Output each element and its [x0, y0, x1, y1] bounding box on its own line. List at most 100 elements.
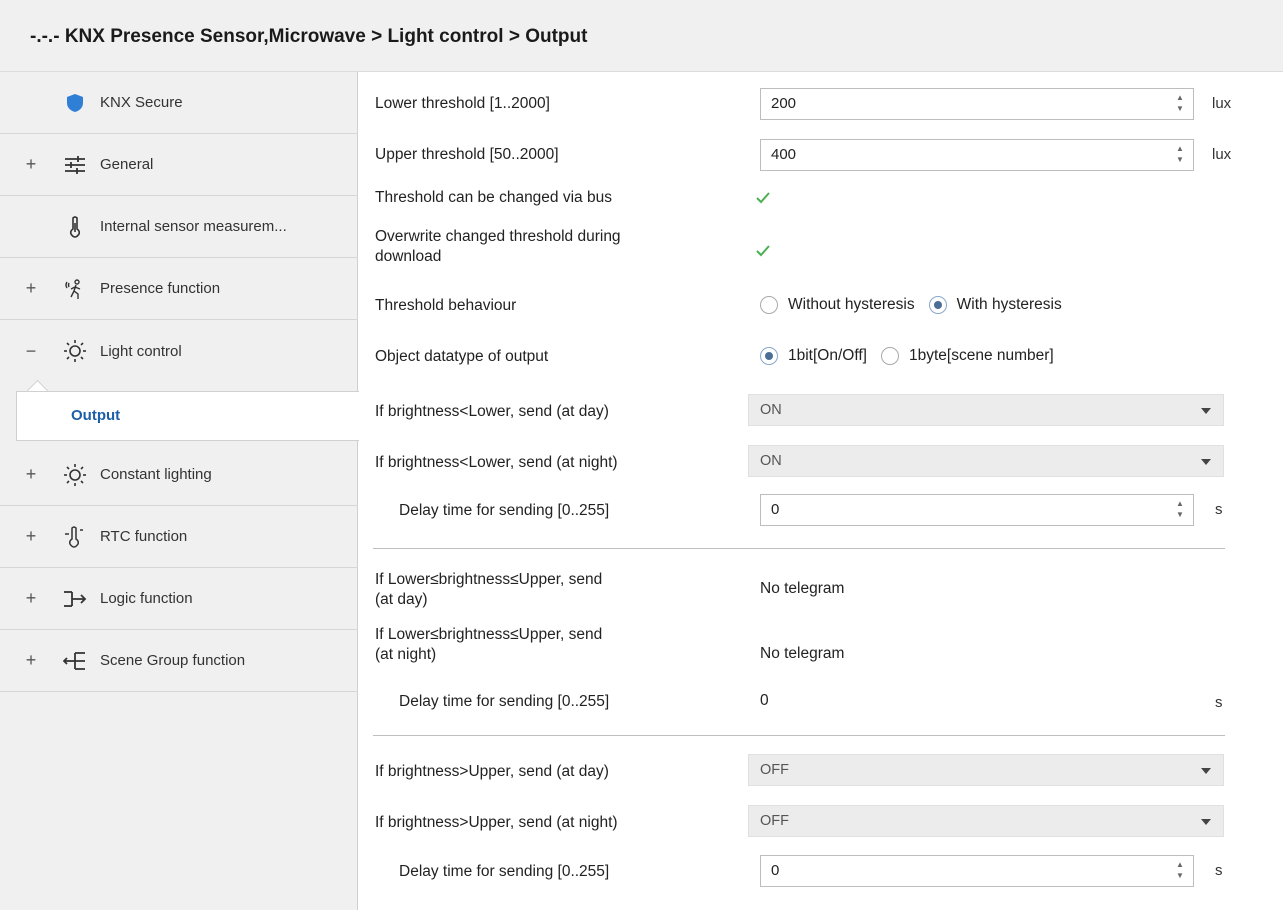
lower-threshold-input[interactable]: 200 ▲ ▼: [760, 88, 1194, 120]
mid-day-label-line1: If Lower≤brightness≤Upper, send: [375, 571, 603, 588]
sliders-icon: [62, 152, 88, 178]
behaviour-radio-group: Without hysteresis With hysteresis: [760, 296, 1076, 314]
expand-icon[interactable]: +: [24, 464, 38, 485]
sidebar-item-knx-secure[interactable]: KNX Secure: [0, 72, 358, 134]
sidebar-item-output[interactable]: Output: [16, 391, 359, 441]
chevron-down-icon: [1201, 819, 1211, 825]
spin-up-icon[interactable]: ▲: [1175, 143, 1185, 154]
upper-threshold-input[interactable]: 400 ▲ ▼: [760, 139, 1194, 171]
spin-down-icon[interactable]: ▼: [1175, 509, 1185, 520]
expand-icon[interactable]: +: [24, 526, 38, 547]
sidebar-item-constant-lighting[interactable]: + Constant lighting: [0, 444, 358, 506]
threshold-bus-label: Threshold can be changed via bus: [375, 189, 612, 206]
overwrite-checkbox[interactable]: [752, 240, 774, 262]
lower-night-select[interactable]: ON: [748, 445, 1224, 477]
mid-night-label-line2: (at night): [375, 646, 437, 663]
mid-day-value: No telegram: [760, 580, 845, 597]
radio-1bit[interactable]: [760, 347, 778, 365]
chevron-down-icon: [1201, 408, 1211, 414]
checkmark-icon: [756, 192, 770, 204]
spin-up-icon[interactable]: ▲: [1175, 859, 1185, 870]
select-value: OFF: [760, 762, 789, 778]
checkmark-icon: [756, 245, 770, 257]
sidebar-item-label: Output: [71, 407, 121, 424]
sidebar-item-logic[interactable]: + Logic function: [0, 568, 358, 630]
expand-icon[interactable]: +: [24, 650, 38, 671]
upper-threshold-value: 400: [771, 146, 797, 163]
sidebar-item-scene-group[interactable]: + Scene Group function: [0, 630, 358, 692]
section-divider: [373, 548, 1225, 549]
radio-1byte[interactable]: [880, 347, 899, 365]
overwrite-label-line2: download: [375, 248, 442, 265]
sidebar-item-label: General: [100, 156, 154, 173]
mid-day-label-line2: (at day): [375, 591, 428, 608]
lower-day-select[interactable]: ON: [748, 394, 1224, 426]
parameter-panel: Lower threshold [1..2000] 200 ▲ ▼ lux Upp…: [359, 72, 1283, 910]
sidebar-item-internal-sensor[interactable]: Internal sensor measurem...: [0, 196, 358, 258]
spin-down-icon[interactable]: ▼: [1175, 154, 1185, 165]
mid-night-label-line1: If Lower≤brightness≤Upper, send: [375, 626, 603, 643]
spinner-arrows[interactable]: ▲ ▼: [1175, 498, 1185, 522]
overwrite-label-line1: Overwrite changed threshold during: [375, 228, 621, 245]
datatype-radio-group: 1bit[On/Off] 1byte[scene number]: [760, 347, 1068, 365]
lower-delay-input[interactable]: 0 ▲ ▼: [760, 494, 1194, 526]
unit-label: lux: [1212, 95, 1232, 112]
title-bar: -.-.- KNX Presence Sensor,Microwave > Li…: [0, 0, 1283, 72]
spin-down-icon[interactable]: ▼: [1175, 103, 1185, 114]
upper-day-select[interactable]: OFF: [748, 754, 1224, 786]
sidebar-item-rtc[interactable]: + RTC function: [0, 506, 358, 568]
sidebar-item-general[interactable]: + General: [0, 134, 358, 196]
sidebar-item-label: Logic function: [100, 590, 193, 607]
sidebar-item-label: Light control: [100, 342, 182, 360]
collapse-icon[interactable]: −: [24, 341, 38, 362]
expand-icon[interactable]: +: [24, 154, 38, 175]
sidebar-item-label: Scene Group function: [100, 652, 246, 669]
logic-icon: [62, 586, 88, 612]
sidebar-item-label: Constant lighting: [100, 466, 212, 483]
section-divider: [373, 735, 1225, 736]
thermometer-icon: [62, 214, 88, 240]
spinner-arrows[interactable]: ▲ ▼: [1175, 143, 1185, 167]
radio-with-hysteresis[interactable]: [928, 296, 947, 314]
unit-label: lux: [1212, 146, 1232, 163]
sidebar-item-label: KNX Secure: [100, 94, 183, 111]
mid-delay-label: Delay time for sending [0..255]: [399, 693, 610, 710]
datatype-label: Object datatype of output: [375, 348, 549, 365]
mid-night-value: No telegram: [760, 645, 845, 662]
sidebar-item-label: Presence function: [100, 280, 221, 297]
behaviour-label: Threshold behaviour: [375, 297, 517, 314]
lower-night-label: If brightness<Lower, send (at night): [375, 454, 618, 471]
spin-up-icon[interactable]: ▲: [1175, 498, 1185, 509]
expand-icon[interactable]: +: [24, 278, 38, 299]
radio-label: With hysteresis: [956, 296, 1062, 313]
sidebar-item-label: RTC function: [100, 528, 188, 545]
shield-icon: [62, 90, 88, 116]
rtc-icon: [62, 524, 88, 550]
upper-delay-input[interactable]: 0 ▲ ▼: [760, 855, 1194, 887]
lower-day-label: If brightness<Lower, send (at day): [375, 403, 609, 420]
spin-down-icon[interactable]: ▼: [1175, 870, 1185, 881]
unit-label: s: [1215, 501, 1223, 518]
radio-without-hysteresis[interactable]: [760, 296, 778, 314]
person-motion-icon: [62, 276, 88, 302]
lower-delay-value: 0: [771, 501, 780, 518]
sidebar-item-presence[interactable]: + Presence function: [0, 258, 358, 320]
spinner-arrows[interactable]: ▲ ▼: [1175, 92, 1185, 116]
upper-threshold-label: Upper threshold [50..2000]: [375, 146, 559, 163]
chevron-down-icon: [1201, 768, 1211, 774]
unit-label: s: [1215, 862, 1223, 879]
threshold-bus-checkbox[interactable]: [752, 187, 774, 209]
expand-icon[interactable]: +: [24, 588, 38, 609]
radio-label: 1byte[scene number]: [908, 347, 1054, 364]
sun-icon: [62, 462, 88, 488]
sidebar-item-label: Internal sensor measurem...: [100, 218, 287, 235]
upper-delay-value: 0: [771, 862, 780, 879]
upper-day-label: If brightness>Upper, send (at day): [375, 763, 609, 780]
spinner-arrows[interactable]: ▲ ▼: [1175, 859, 1185, 883]
radio-label: Without hysteresis: [788, 296, 915, 313]
upper-delay-label: Delay time for sending [0..255]: [399, 863, 610, 880]
upper-night-select[interactable]: OFF: [748, 805, 1224, 837]
sidebar-item-light-control[interactable]: − Light control: [0, 320, 358, 382]
sidebar: KNX Secure + General Internal sensor mea…: [0, 72, 358, 910]
spin-up-icon[interactable]: ▲: [1175, 92, 1185, 103]
